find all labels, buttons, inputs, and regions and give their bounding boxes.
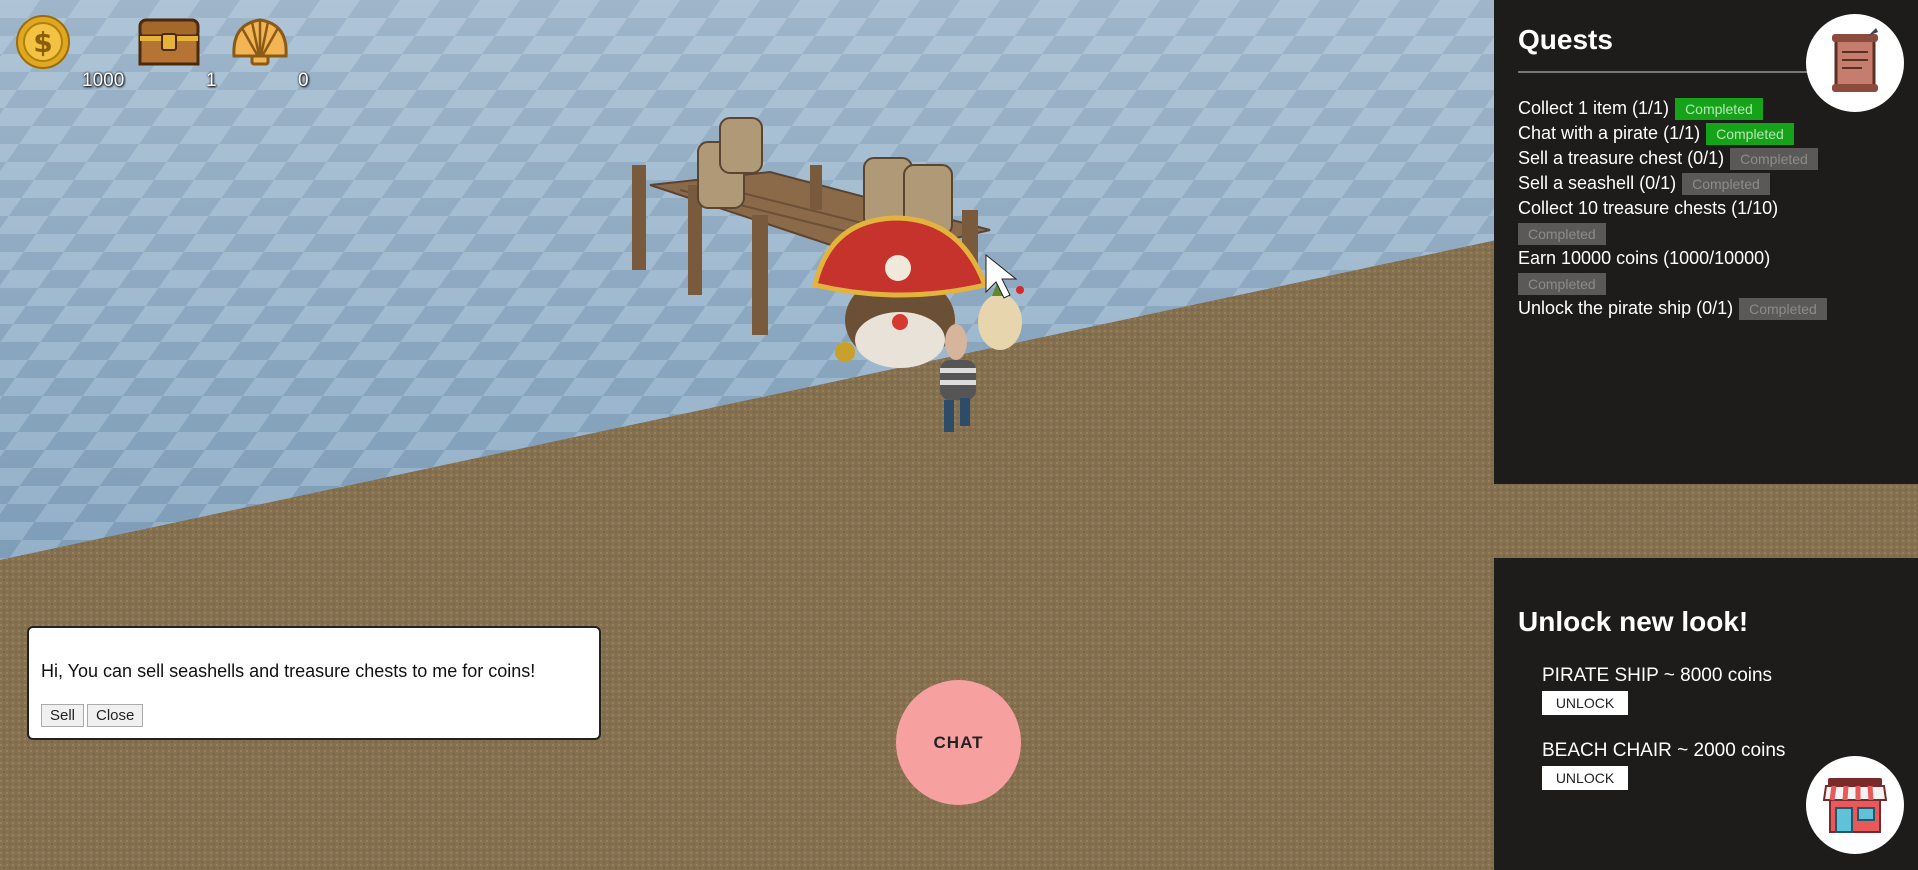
quest-text: Sell a seashell (0/1) (1518, 173, 1677, 193)
quest-text: Collect 10 treasure chests (1/10) (1518, 198, 1779, 218)
npc-dialog: Hi, You can sell seashells and treasure … (27, 626, 601, 740)
quest-text: Chat with a pirate (1/1) (1518, 123, 1701, 143)
quest-text: Sell a treasure chest (0/1) (1518, 148, 1725, 168)
quest-status-badge: Completed (1518, 273, 1606, 296)
chests-count: 1 (206, 70, 217, 91)
coins-count: 1000 (82, 70, 125, 91)
quest-text: Unlock the pirate ship (0/1) (1518, 298, 1734, 318)
dialog-message: Hi, You can sell seashells and treasure … (41, 661, 536, 681)
sell-button[interactable]: Sell (41, 704, 85, 727)
quest-item: Sell a treasure chest (0/1) Completed (1518, 146, 1898, 171)
quest-item: Collect 10 treasure chests (1/10) Complet… (1518, 196, 1898, 246)
unlock-item-label: BEACH CHAIR ~ 2000 coins (1542, 740, 1786, 761)
quest-status-badge: Completed (1706, 123, 1794, 146)
quest-item: Chat with a pirate (1/1) Completed (1518, 121, 1898, 146)
unlock-item-label: PIRATE SHIP ~ 8000 coins (1542, 665, 1773, 686)
seashell-icon (232, 18, 288, 66)
dialog-buttons: Sell Close (41, 704, 146, 727)
shop-icon (1822, 778, 1888, 833)
unlock-beach-chair-button[interactable]: UNLOCK (1542, 766, 1628, 790)
coin-icon: $ (16, 15, 70, 69)
quest-item: Earn 10000 coins (1000/10000) Completed (1518, 246, 1898, 296)
quests-panel: Quests Collect 1 item (1/1) Completed Cha… (1494, 0, 1918, 484)
svg-text:$: $ (33, 26, 52, 59)
unlock-item-beach-chair: BEACH CHAIR ~ 2000 coins UNLOCK (1542, 740, 1785, 790)
seashells-count: 0 (298, 70, 309, 91)
coins-counter: $ 1000 (14, 14, 124, 91)
quest-text: Earn 10000 coins (1000/10000) (1518, 248, 1771, 268)
quest-status-badge: Completed (1518, 223, 1606, 246)
quest-status-badge: Completed (1682, 173, 1770, 196)
chests-counter: 1 (136, 14, 217, 91)
quest-item: Unlock the pirate ship (0/1) Completed (1518, 296, 1898, 321)
unlock-title: Unlock new look! (1518, 606, 1749, 637)
quest-status-badge: Completed (1730, 148, 1818, 171)
quest-item: Sell a seashell (0/1) Completed (1518, 171, 1898, 196)
close-button[interactable]: Close (87, 704, 144, 727)
quests-title: Quests (1518, 24, 1613, 55)
quest-status-badge: Completed (1675, 98, 1763, 121)
shop-button[interactable] (1806, 756, 1904, 854)
unlock-item-pirate-ship: PIRATE SHIP ~ 8000 coins UNLOCK (1542, 665, 1772, 715)
quest-text: Collect 1 item (1/1) (1518, 98, 1670, 118)
unlock-pirate-ship-button[interactable]: UNLOCK (1542, 691, 1628, 715)
chat-button[interactable]: CHAT (896, 680, 1021, 805)
quest-list: Collect 1 item (1/1) Completed Chat with … (1518, 96, 1898, 321)
quest-item: Collect 1 item (1/1) Completed (1518, 96, 1898, 121)
quest-status-badge: Completed (1739, 298, 1827, 321)
treasure-chest-icon (138, 18, 200, 66)
unlock-panel: Unlock new look! PIRATE SHIP ~ 8000 coin… (1494, 558, 1918, 870)
seashells-counter: 0 (228, 14, 309, 91)
